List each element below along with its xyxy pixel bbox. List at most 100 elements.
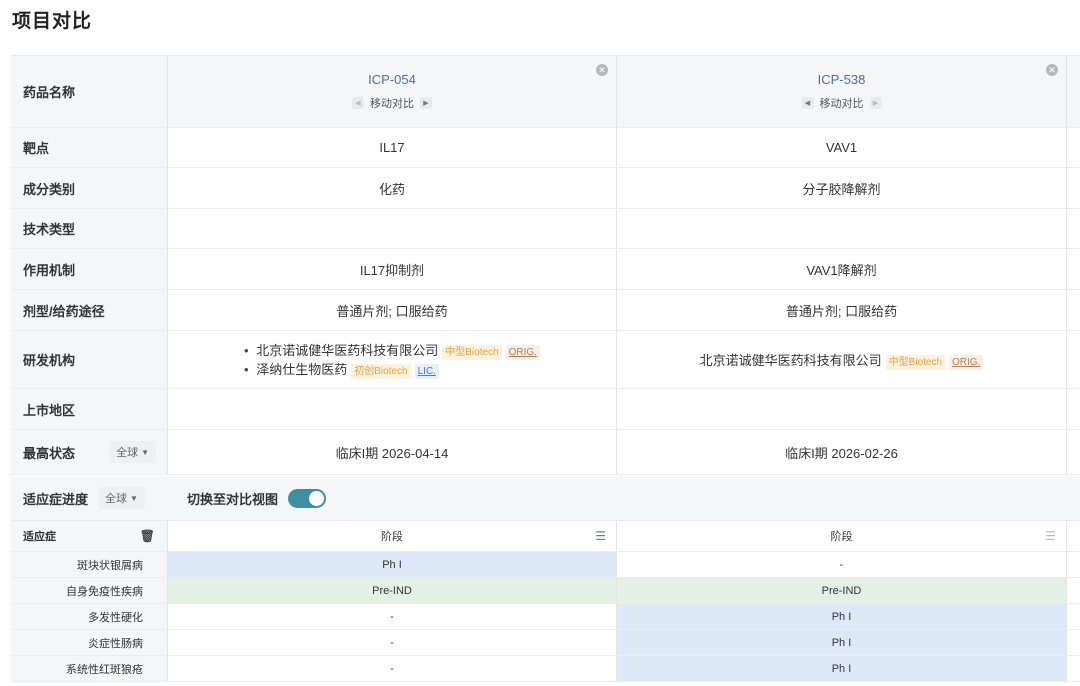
label-mechanism: 作用机制 bbox=[11, 249, 168, 289]
region-select-value: 全球 bbox=[116, 447, 139, 459]
trash-icon[interactable]: 🗑 bbox=[140, 529, 155, 543]
highest-status-value: 临床I期 2026-02-26 bbox=[617, 430, 1067, 474]
market-region-row: 上市地区 bbox=[11, 389, 1080, 430]
component-row: 成分类别 化药 分子胶降解剂 bbox=[11, 168, 1080, 209]
market-region-value bbox=[168, 389, 617, 429]
mechanism-value: VAV1降解剂 bbox=[617, 249, 1067, 289]
target-row: 靶点 IL17 VAV1 bbox=[11, 128, 1080, 168]
drug-column-1: ✕ ICP-054 ◀ 移动对比 ▶ bbox=[168, 56, 617, 127]
tail-cell bbox=[1067, 521, 1080, 551]
origin-badge[interactable]: ORIG. bbox=[949, 354, 984, 370]
page-title: 项目对比 bbox=[12, 11, 93, 32]
dosage-route-value: 普通片剂; 口服给药 bbox=[617, 290, 1067, 330]
tech-type-value bbox=[168, 209, 617, 248]
tail-cell bbox=[1067, 578, 1080, 603]
move-right-icon[interactable]: ▶ bbox=[869, 97, 882, 109]
list-item: 北京诺诚健华医药科技有限公司中型BiotechORIG. bbox=[244, 341, 540, 360]
close-icon[interactable]: ✕ bbox=[1046, 64, 1058, 76]
developer-name[interactable]: 北京诺诚健华医药科技有限公司 bbox=[700, 353, 882, 368]
highest-status-row: 最高状态 全球 ▼ 临床I期 2026-04-14 临床I期 2026-02-2… bbox=[11, 430, 1080, 475]
label-drug-name: 药品名称 bbox=[11, 56, 168, 127]
developer-name[interactable]: 泽纳仕生物医药 bbox=[256, 362, 347, 377]
developer-name[interactable]: 北京诺诚健华医药科技有限公司 bbox=[256, 343, 438, 358]
tech-type-value bbox=[617, 209, 1067, 248]
stage-cell: - bbox=[168, 656, 617, 681]
comparison-grid: 药品名称 ✕ ICP-054 ◀ 移动对比 ▶ ✕ ICP-538 ◀ 移动对比… bbox=[11, 55, 1080, 475]
company-size-badge: 中型Biotech bbox=[442, 344, 502, 360]
label-tech-type: 技术类型 bbox=[11, 209, 168, 248]
mechanism-value: IL17抑制剂 bbox=[168, 249, 617, 289]
developer-row: 研发机构 北京诺诚健华医药科技有限公司中型BiotechORIG. 泽纳仕生物医… bbox=[11, 331, 1080, 389]
market-region-value bbox=[617, 389, 1067, 429]
move-left-icon[interactable]: ◀ bbox=[352, 97, 364, 109]
developer-value: 北京诺诚健华医药科技有限公司 中型Biotech ORIG. bbox=[617, 331, 1067, 388]
indication-name: 斑块状银屑病 bbox=[11, 552, 168, 577]
move-left-icon[interactable]: ◀ bbox=[801, 97, 814, 109]
origin-badge[interactable]: ORIG. bbox=[505, 344, 540, 360]
sort-icon[interactable]: ☰ bbox=[595, 529, 606, 543]
table-row: 斑块状银屑病 Ph I - bbox=[11, 552, 1080, 578]
list-item: 北京诺诚健华医药科技有限公司中型BiotechORIG. bbox=[700, 350, 984, 370]
table-row: 系统性红斑狼疮 - Ph I bbox=[11, 656, 1080, 682]
stage-header: 阶段 ☰ bbox=[617, 521, 1067, 551]
region-select[interactable]: 全球 ▼ bbox=[109, 441, 156, 463]
tail-cell bbox=[1067, 552, 1080, 577]
list-item: 泽纳仕生物医药初创BiotechLIC. bbox=[244, 360, 540, 379]
drug-name-row: 药品名称 ✕ ICP-054 ◀ 移动对比 ▶ ✕ ICP-538 ◀ 移动对比… bbox=[11, 56, 1080, 128]
move-compare: ◀ 移动对比 ▶ bbox=[796, 95, 888, 111]
drug-name-link[interactable]: ICP-054 bbox=[368, 72, 416, 87]
compare-view-label: 切换至对比视图 bbox=[186, 491, 278, 507]
compare-view-toggle[interactable] bbox=[287, 488, 326, 508]
chevron-down-icon: ▼ bbox=[130, 493, 138, 503]
label-developer: 研发机构 bbox=[11, 331, 168, 388]
component-value: 化药 bbox=[168, 168, 617, 208]
label-market-region: 上市地区 bbox=[11, 389, 168, 429]
stage-cell: Ph I bbox=[617, 604, 1067, 629]
move-compare: ◀ 移动对比 ▶ bbox=[346, 95, 438, 111]
indication-header-label: 适应症 bbox=[23, 531, 56, 543]
indication-name: 多发性硬化 bbox=[11, 604, 168, 629]
stage-cell: Ph I bbox=[168, 552, 617, 577]
developer-list: 北京诺诚健华医药科技有限公司中型BiotechORIG. 泽纳仕生物医药初创Bi… bbox=[244, 341, 540, 379]
chevron-down-icon: ▼ bbox=[141, 447, 149, 457]
drug-column-2: ✕ ICP-538 ◀ 移动对比 ▶ bbox=[617, 56, 1067, 127]
tail-cell bbox=[1067, 656, 1080, 681]
indication-name: 自身免疫性疾病 bbox=[11, 578, 168, 603]
stage-cell: Pre-IND bbox=[617, 578, 1067, 603]
stage-header-label: 阶段 bbox=[381, 531, 403, 543]
table-row: 多发性硬化 - Ph I bbox=[11, 604, 1080, 630]
drug-name-link[interactable]: ICP-538 bbox=[818, 72, 866, 87]
indication-header: 适应症 🗑 bbox=[11, 521, 168, 551]
stage-cell: Ph I bbox=[617, 630, 1067, 655]
stage-cell: Pre-IND bbox=[168, 578, 617, 603]
stage-cell: - bbox=[617, 552, 1067, 577]
label-dosage-route: 剂型/给药途径 bbox=[11, 290, 168, 330]
license-badge[interactable]: LIC. bbox=[414, 363, 439, 379]
indication-region-value: 全球 bbox=[105, 493, 128, 505]
target-value: VAV1 bbox=[617, 128, 1067, 167]
tail-cell bbox=[1067, 389, 1080, 429]
toggle-knob bbox=[308, 490, 324, 506]
stage-cell: - bbox=[168, 604, 617, 629]
target-value: IL17 bbox=[168, 128, 617, 167]
tail-cell bbox=[1067, 128, 1080, 167]
highest-status-label: 最高状态 bbox=[23, 445, 76, 461]
tail-cell bbox=[1067, 168, 1080, 208]
table-row: 自身免疫性疾病 Pre-IND Pre-IND bbox=[11, 578, 1080, 604]
indication-table: 适应症 🗑 阶段 ☰ 阶段 ☰ 斑块状银屑病 Ph I - 自身免疫性疾病 Pr… bbox=[11, 521, 1080, 682]
label-target: 靶点 bbox=[11, 128, 168, 167]
table-row: 炎症性肠病 - Ph I bbox=[11, 630, 1080, 656]
indication-header-row: 适应症 🗑 阶段 ☰ 阶段 ☰ bbox=[11, 521, 1080, 552]
tail-cell bbox=[1067, 56, 1080, 127]
tail-cell bbox=[1067, 430, 1080, 474]
stage-header-label: 阶段 bbox=[830, 531, 853, 543]
tail-cell bbox=[1067, 604, 1080, 629]
tail-cell bbox=[1067, 331, 1080, 388]
indication-region-select[interactable]: 全球 ▼ bbox=[98, 487, 145, 509]
company-size-badge: 中型Biotech bbox=[885, 354, 946, 370]
close-icon[interactable]: ✕ bbox=[596, 64, 608, 76]
mechanism-row: 作用机制 IL17抑制剂 VAV1降解剂 bbox=[11, 249, 1080, 290]
sort-icon[interactable]: ☰ bbox=[1045, 529, 1056, 543]
stage-cell: - bbox=[168, 630, 617, 655]
move-right-icon[interactable]: ▶ bbox=[420, 97, 432, 109]
